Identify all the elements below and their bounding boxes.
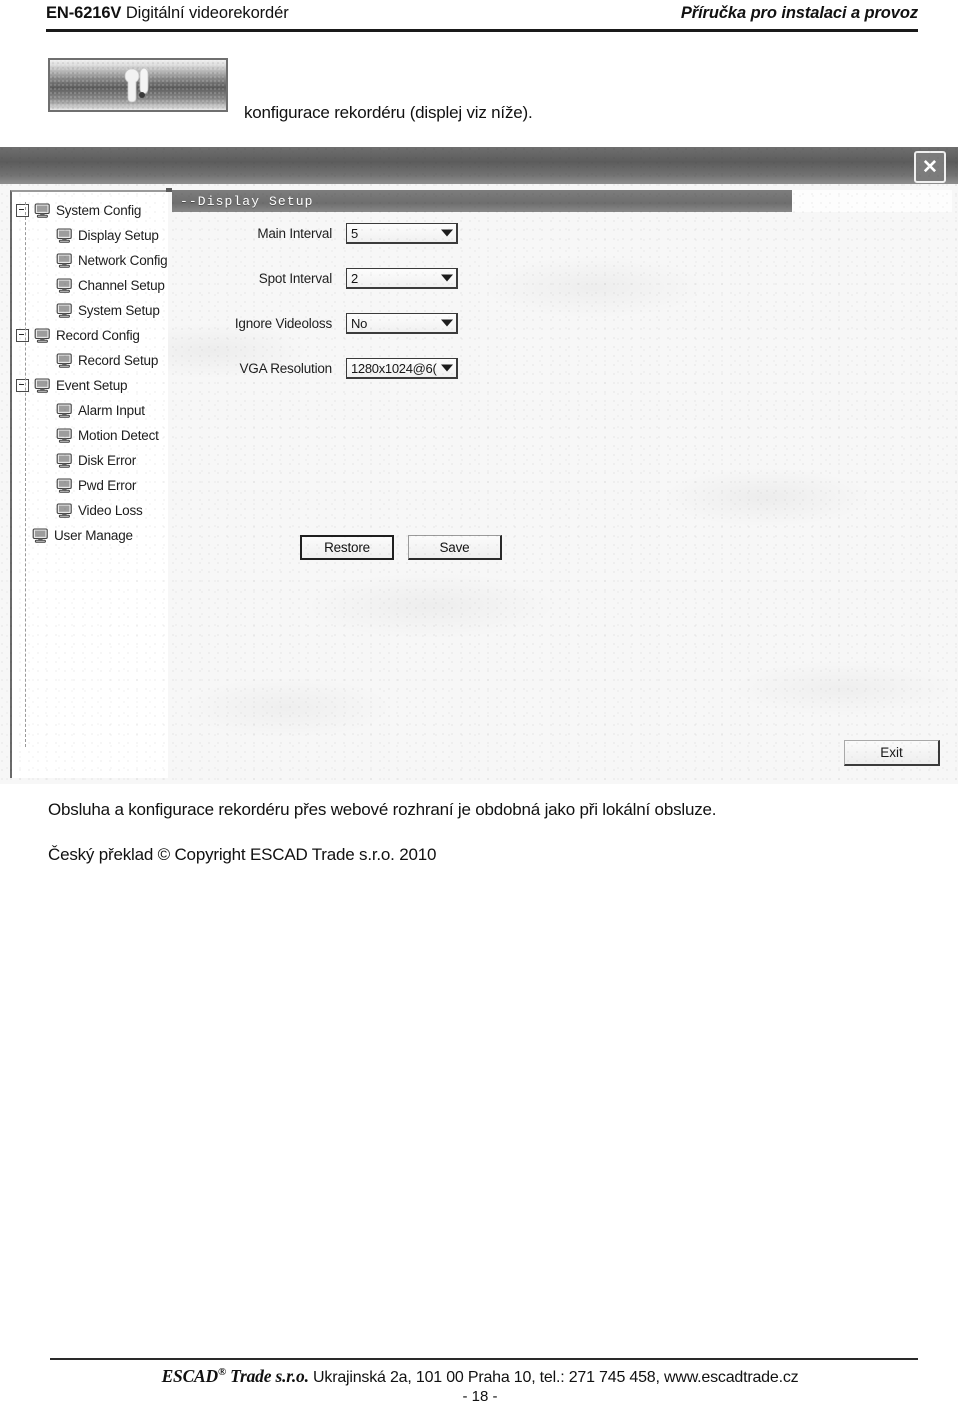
dvr-navigation-tree: System Config Display Setup Network Config… xyxy=(10,190,168,778)
tree-item-label: System Config xyxy=(56,203,142,218)
header-divider xyxy=(46,29,918,32)
footer-contact-line: ESCAD® Trade s.r.o. Ukrajinská 2a, 101 0… xyxy=(0,1366,960,1387)
chevron-down-icon[interactable] xyxy=(441,364,453,372)
label-vga-resolution: VGA Resolution xyxy=(239,361,332,376)
tree-item-record-setup[interactable]: Record Setup xyxy=(12,348,168,373)
tree-item-label: Video Loss xyxy=(78,503,143,518)
section-header-bar: --Display Setup xyxy=(172,190,952,212)
footer-brand-suffix: Trade s.r.o. xyxy=(225,1366,309,1386)
monitor-icon xyxy=(32,528,48,543)
tree-item-label: Channel Setup xyxy=(78,278,165,293)
paragraph-web-interface: Obsluha a konfigurace rekordéru přes web… xyxy=(48,800,717,819)
tree-item-label: User Manage xyxy=(54,528,133,543)
footer-brand: ESCAD® Trade s.r.o. xyxy=(162,1366,309,1386)
tree-item-alarm-input[interactable]: Alarm Input xyxy=(12,398,168,423)
intro-caption: konfigurace rekordéru (displej viz níže)… xyxy=(244,103,533,122)
label-main-interval: Main Interval xyxy=(257,226,332,241)
page-header: EN-6216V Digitální videorekordér Příručk… xyxy=(46,4,918,30)
tree-item-video-loss[interactable]: Video Loss xyxy=(12,498,168,523)
monitor-icon xyxy=(56,353,72,368)
chevron-down-icon[interactable] xyxy=(441,319,453,327)
footer-divider xyxy=(50,1358,918,1360)
tree-item-channel-setup[interactable]: Channel Setup xyxy=(12,273,168,298)
monitor-icon xyxy=(56,428,72,443)
tree-item-user-manage[interactable]: User Manage xyxy=(12,523,168,548)
tree-item-disk-error[interactable]: Disk Error xyxy=(12,448,168,473)
tree-item-label: Event Setup xyxy=(56,378,128,393)
header-right-title: Příručka pro instalaci a provoz xyxy=(680,4,918,22)
tree-item-label: Network Config xyxy=(78,253,168,268)
form-row-ignore-videoloss: Ignore Videoloss No xyxy=(172,313,458,334)
monitor-icon xyxy=(34,203,50,218)
select-vga-resolution[interactable]: 1280x1024@6( xyxy=(346,358,458,379)
tree-item-motion-detect[interactable]: Motion Detect xyxy=(12,423,168,448)
monitor-icon xyxy=(56,403,72,418)
select-value: 1280x1024@6( xyxy=(351,360,437,376)
tree-expander-record-config[interactable] xyxy=(16,329,29,342)
registered-mark-icon: ® xyxy=(217,1366,226,1379)
footer-brand-name: ESCAD xyxy=(161,1366,219,1386)
monitor-icon xyxy=(56,228,72,243)
chevron-down-icon[interactable] xyxy=(441,229,453,237)
footer-address: Ukrajinská 2a, 101 00 Praha 10, tel.: 27… xyxy=(313,1369,799,1386)
chevron-down-icon[interactable] xyxy=(441,274,453,282)
tree-item-pwd-error[interactable]: Pwd Error xyxy=(12,473,168,498)
tree-item-system-setup[interactable]: System Setup xyxy=(12,298,168,323)
tree-item-network-config[interactable]: Network Config xyxy=(12,248,168,273)
tree-item-label: Disk Error xyxy=(78,453,136,468)
select-spot-interval[interactable]: 2 xyxy=(346,268,458,289)
tree-item-system-config[interactable]: System Config xyxy=(12,198,168,223)
label-ignore-videoloss: Ignore Videoloss xyxy=(234,316,332,331)
page-number: - 18 - xyxy=(462,1388,498,1405)
tree-item-label: Display Setup xyxy=(78,228,159,243)
tree-item-label: Record Config xyxy=(56,328,140,343)
select-value: 2 xyxy=(351,270,358,286)
paragraph-translation-copyright: Český překlad © Copyright ESCAD Trade s.… xyxy=(48,845,437,864)
label-spot-interval: Spot Interval xyxy=(258,271,332,286)
form-row-spot-interval: Spot Interval 2 xyxy=(172,268,458,289)
close-icon[interactable]: ✕ xyxy=(914,151,946,183)
select-ignore-videoloss[interactable]: No xyxy=(346,313,458,334)
tree-item-event-setup[interactable]: Event Setup xyxy=(12,373,168,398)
tree-expander-event-setup[interactable] xyxy=(16,379,29,392)
form-row-main-interval: Main Interval 5 xyxy=(172,223,458,244)
monitor-icon xyxy=(34,328,50,343)
header-model: EN-6216V xyxy=(46,4,122,22)
save-button[interactable]: Save xyxy=(408,535,502,560)
form-button-row: Restore Save xyxy=(300,535,502,560)
tree-item-display-setup[interactable]: Display Setup xyxy=(12,223,168,248)
monitor-icon xyxy=(56,253,72,268)
tree-item-label: Record Setup xyxy=(78,353,159,368)
tree-item-label: Motion Detect xyxy=(78,428,159,443)
monitor-icon xyxy=(56,453,72,468)
dvr-title-bar: ✕ xyxy=(0,147,958,184)
tree-item-label: System Setup xyxy=(78,303,160,318)
monitor-icon xyxy=(56,303,72,318)
section-bar-highlight xyxy=(792,190,952,212)
select-value: No xyxy=(351,315,368,331)
section-bar-tick xyxy=(166,188,172,192)
monitor-icon xyxy=(56,503,72,518)
header-product: Digitální videorekordér xyxy=(125,4,289,22)
tree-item-record-config[interactable]: Record Config xyxy=(12,323,168,348)
display-setup-form: Main Interval 5 Spot Interval 2 Ignore Video… xyxy=(172,217,954,777)
wrench-tool-button-thumbnail xyxy=(48,58,228,112)
tree-item-label: Pwd Error xyxy=(78,478,137,493)
wrench-icon xyxy=(124,67,149,103)
tree-guide-line xyxy=(25,202,27,747)
restore-button[interactable]: Restore xyxy=(300,535,394,560)
exit-button[interactable]: Exit xyxy=(844,740,940,766)
header-left: EN-6216V Digitální videorekordér xyxy=(46,4,289,23)
dvr-screenshot-window: ✕ System Config Display Setup Network Conf… xyxy=(0,147,958,784)
monitor-icon xyxy=(34,378,50,393)
monitor-icon xyxy=(56,478,72,493)
section-title: --Display Setup xyxy=(180,193,314,209)
select-value: 5 xyxy=(351,225,358,241)
select-main-interval[interactable]: 5 xyxy=(346,223,458,244)
monitor-icon xyxy=(56,278,72,293)
tree-item-label: Alarm Input xyxy=(78,403,145,418)
tree-expander-system-config[interactable] xyxy=(16,204,29,217)
form-row-vga-resolution: VGA Resolution 1280x1024@6( xyxy=(172,358,458,379)
